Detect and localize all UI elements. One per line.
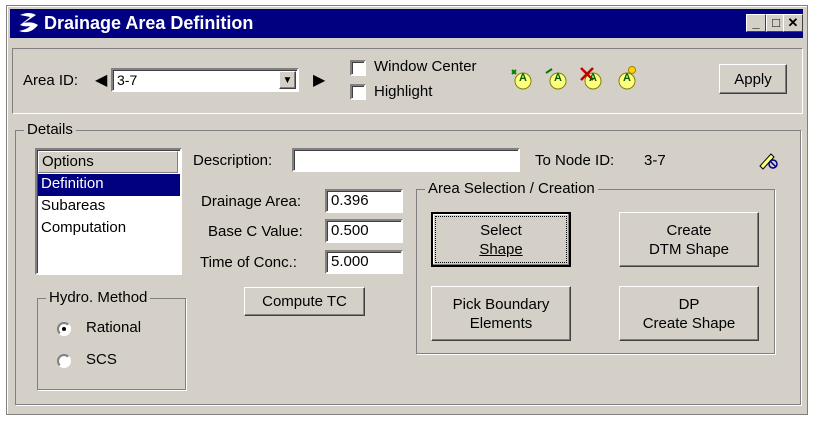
rational-radio[interactable]	[57, 322, 71, 336]
hydro-method-legend: Hydro. Method	[46, 289, 151, 306]
details-legend: Details	[24, 121, 76, 138]
window-center-checkbox[interactable]	[350, 60, 366, 76]
area-id-dropdown[interactable]: 3-7 ▼	[111, 68, 299, 92]
pick-node-icon[interactable]	[757, 148, 781, 172]
rational-label: Rational	[86, 319, 142, 336]
list-item-definition[interactable]: Definition	[38, 174, 180, 196]
minimize-button[interactable]: _	[746, 14, 766, 32]
area-id-bar: Area ID: ◀ 3-7 ▼ ▶ Window Center Highlig…	[12, 48, 803, 114]
to-node-label: To Node ID:	[535, 152, 615, 169]
pick-boundary-line2: Elements	[469, 314, 533, 332]
title-bar[interactable]: Drainage Area Definition _ □ ✕	[10, 9, 803, 38]
select-shape-button[interactable]: Select Shape	[431, 212, 571, 267]
close-button[interactable]: ✕	[783, 14, 803, 32]
create-dtm-line2: DTM Shape	[648, 240, 730, 258]
dp-create-line2: Create Shape	[642, 314, 736, 332]
list-item-subareas[interactable]: Subareas	[38, 196, 180, 218]
drainage-area-label: Drainage Area:	[201, 193, 302, 210]
to-node-value: 3-7	[644, 152, 666, 169]
delete-area-icon[interactable]: A	[578, 65, 604, 91]
area-id-label: Area ID:	[23, 72, 79, 89]
drainage-area-field[interactable]: 0.396	[325, 189, 403, 213]
hydro-method-group: Hydro. Method Rational SCS	[37, 289, 186, 390]
highlight-label: Highlight	[374, 83, 433, 100]
base-c-field[interactable]: 0.500	[325, 219, 403, 243]
next-area-icon[interactable]: ▶	[313, 70, 325, 90]
scs-label: SCS	[86, 351, 117, 368]
highlight-checkbox[interactable]	[350, 84, 366, 100]
pick-boundary-elements-button[interactable]: Pick Boundary Elements	[431, 286, 571, 341]
previous-area-icon[interactable]: ◀	[95, 70, 107, 90]
time-of-conc-label: Time of Conc.:	[200, 254, 297, 271]
area-selection-legend: Area Selection / Creation	[425, 180, 598, 197]
edit-area-icon[interactable]: A	[544, 67, 568, 91]
description-label: Description:	[193, 152, 273, 169]
app-logo-icon	[19, 13, 38, 33]
window-center-label: Window Center	[374, 58, 477, 75]
dp-create-shape-button[interactable]: DP Create Shape	[619, 286, 759, 341]
options-header: Options	[38, 151, 178, 173]
add-area-icon[interactable]: A	[509, 67, 533, 91]
description-field[interactable]	[292, 148, 520, 172]
apply-button[interactable]: Apply	[719, 64, 787, 94]
area-id-value: 3-7	[117, 72, 138, 88]
compute-tc-button[interactable]: Compute TC	[244, 287, 365, 316]
drainage-area-window: Drainage Area Definition _ □ ✕ Area ID: …	[6, 5, 808, 415]
options-list[interactable]: Options Definition Subareas Computation	[35, 148, 182, 275]
select-shape-line1: Select	[480, 221, 522, 239]
base-c-label: Base C Value:	[208, 223, 303, 240]
dp-create-line1: DP	[678, 295, 700, 313]
select-shape-line2: Shape	[479, 240, 523, 258]
create-dtm-shape-button[interactable]: Create DTM Shape	[619, 212, 759, 267]
scs-radio[interactable]	[57, 354, 71, 368]
list-item-computation[interactable]: Computation	[38, 218, 180, 240]
create-dtm-line1: Create	[666, 221, 712, 239]
chevron-down-icon[interactable]: ▼	[279, 71, 296, 89]
new-area-icon[interactable]: A	[613, 65, 639, 91]
window-title: Drainage Area Definition	[44, 13, 254, 33]
time-of-conc-field[interactable]: 5.000	[325, 250, 403, 274]
pick-boundary-line1: Pick Boundary	[452, 295, 550, 313]
